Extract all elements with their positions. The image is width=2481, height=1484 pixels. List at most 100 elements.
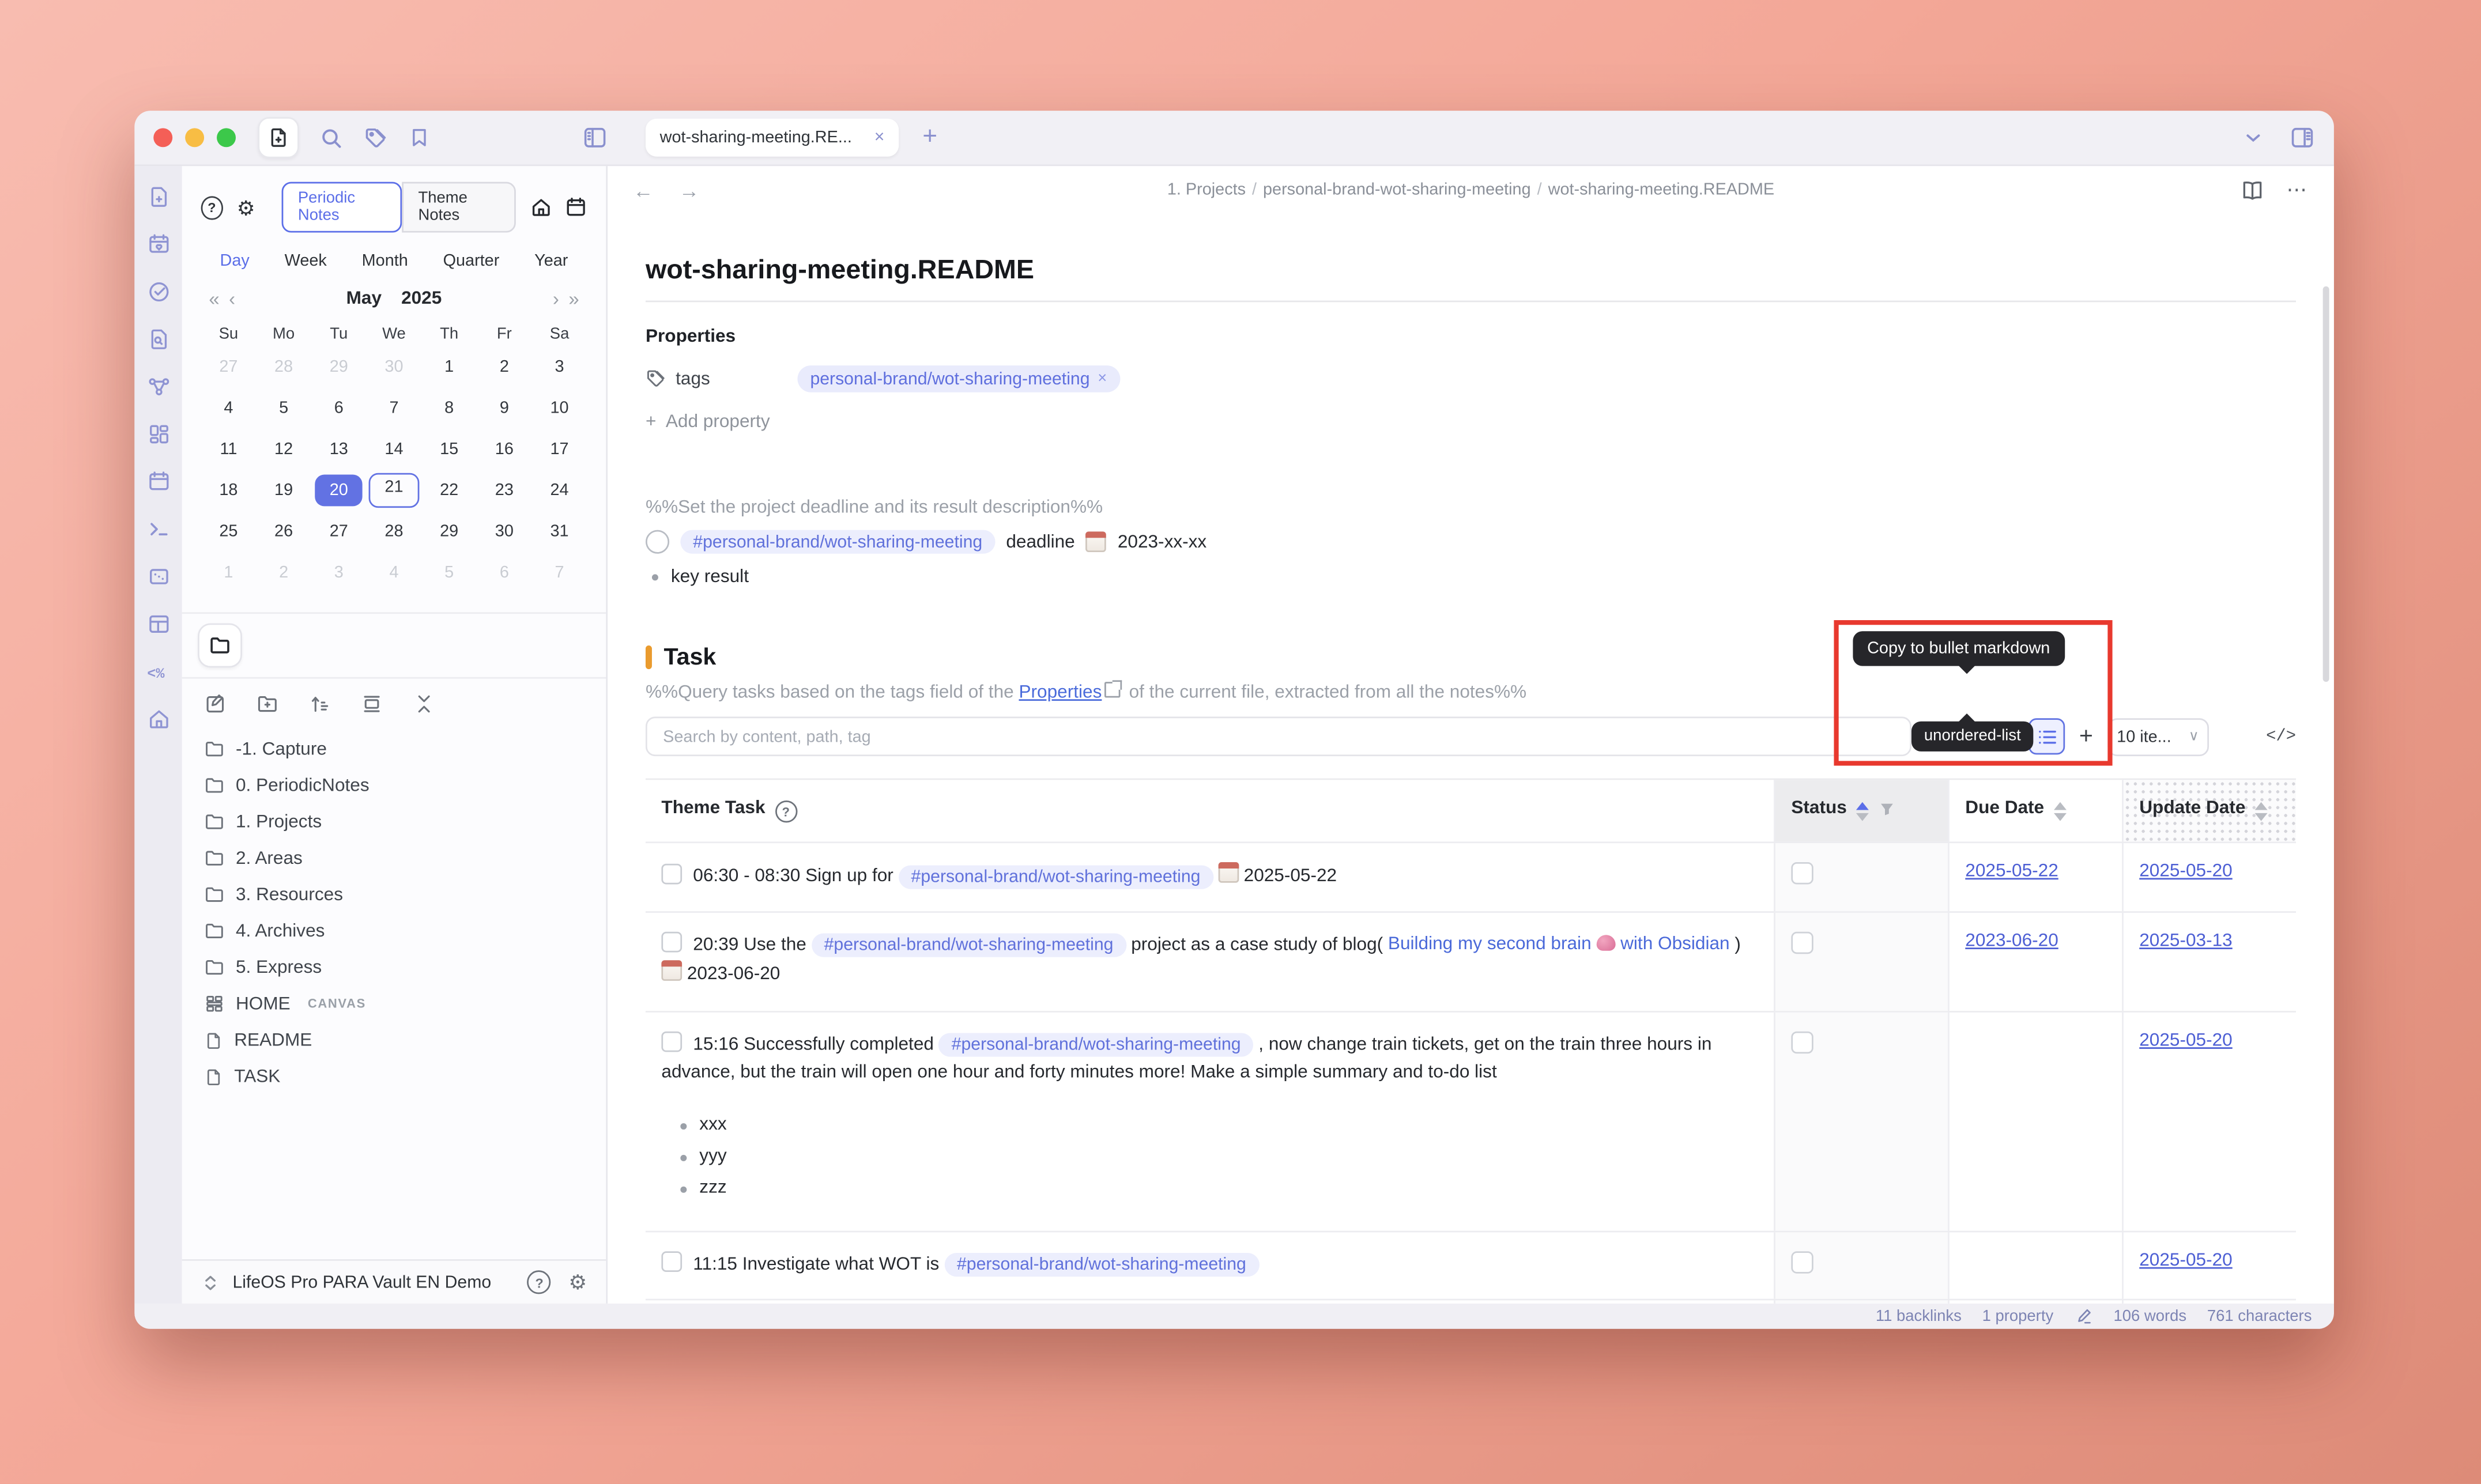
view-tab-month[interactable]: Month [362, 251, 408, 270]
sort-icons[interactable] [1856, 802, 1869, 821]
check-circle-icon[interactable] [146, 280, 170, 304]
tags-button[interactable] [364, 126, 387, 149]
help-circle-icon[interactable]: ? [775, 800, 797, 822]
column-header-status[interactable]: Status [1774, 780, 1948, 841]
calendar-day[interactable]: 8 [421, 388, 477, 429]
due-date-link[interactable]: 2025-05-22 [1965, 862, 2058, 881]
tag-value-pill[interactable]: personal-brand/wot-sharing-meeting × [797, 365, 1119, 392]
tab-periodic-notes[interactable]: Periodic Notes [282, 182, 402, 233]
tree-item--1-capture[interactable]: -1. Capture [182, 731, 606, 767]
calendar-day[interactable]: 9 [477, 388, 532, 429]
breadcrumb-segment[interactable]: 1. Projects [1167, 180, 1246, 199]
home-icon[interactable] [146, 707, 170, 731]
view-tab-quarter[interactable]: Quarter [443, 251, 500, 270]
calendar-day[interactable]: 16 [477, 429, 532, 470]
dice-icon[interactable] [146, 565, 170, 588]
task-checkbox[interactable] [661, 931, 682, 952]
sort-order-icon[interactable] [308, 693, 330, 715]
update-date-link[interactable]: 2025-05-20 [2139, 1251, 2232, 1270]
note-link[interactable]: Building my second brain with Obsidian [1388, 935, 1730, 954]
calendar-day[interactable]: 6 [477, 552, 532, 593]
calendar-heart-icon[interactable] [146, 233, 170, 256]
calendar-day[interactable]: 28 [367, 511, 422, 552]
due-date-link[interactable]: 2023-06-20 [1965, 931, 2058, 950]
add-property-button[interactable]: + Add property [646, 413, 2296, 432]
calendar-day[interactable]: 24 [532, 470, 587, 511]
new-folder-icon[interactable] [257, 693, 278, 715]
add-task-button[interactable]: + [2076, 723, 2096, 750]
task-checkbox[interactable] [661, 1031, 682, 1052]
calendar-day[interactable]: 23 [477, 470, 532, 511]
filter-icon[interactable] [1879, 800, 1896, 818]
tree-item-readme[interactable]: README [182, 1022, 606, 1058]
view-tab-week[interactable]: Week [285, 251, 327, 270]
close-window-button[interactable] [153, 128, 172, 147]
calendar-day[interactable]: 3 [532, 346, 587, 387]
minimize-window-button[interactable] [185, 128, 204, 147]
tab-list-chevron-icon[interactable] [2242, 127, 2264, 149]
sort-icons[interactable] [2054, 802, 2067, 821]
tree-item-home[interactable]: HOMECANVAS [182, 985, 606, 1022]
forward-icon[interactable]: → [679, 178, 700, 202]
property-key-label[interactable]: tags [676, 369, 710, 388]
properties-link[interactable]: Properties [1019, 684, 1102, 703]
zoom-window-button[interactable] [217, 128, 236, 147]
calendar-day[interactable]: 21 [367, 470, 422, 511]
deadline-tag-pill[interactable]: #personal-brand/wot-sharing-meeting [680, 530, 995, 554]
task-search-input[interactable]: Search by content, path, tag [646, 716, 1911, 756]
calendar-day[interactable]: 2 [477, 346, 532, 387]
status-item[interactable]: 1 property [1982, 1308, 2054, 1325]
tab-close-icon[interactable]: × [874, 128, 885, 147]
tree-item-0-periodicnotes[interactable]: 0. PeriodicNotes [182, 767, 606, 803]
template-icon[interactable]: <% [146, 660, 170, 684]
status-item[interactable]: 761 characters [2207, 1308, 2312, 1325]
circle-checkbox[interactable] [646, 530, 669, 554]
bookmarks-button[interactable] [408, 127, 430, 149]
calendar-day[interactable]: 10 [532, 388, 587, 429]
calendar-day[interactable]: 17 [532, 429, 587, 470]
view-tab-day[interactable]: Day [220, 251, 250, 270]
calendar-day[interactable]: 6 [311, 388, 367, 429]
calendar-day[interactable]: 30 [367, 346, 422, 387]
calendar-day[interactable]: 13 [311, 429, 367, 470]
calendar-day[interactable]: 15 [421, 429, 477, 470]
left-sidebar-toggle-button[interactable] [582, 125, 608, 150]
calendar-day[interactable]: 7 [532, 552, 587, 593]
tab-theme-notes[interactable]: Theme Notes [402, 182, 516, 233]
tree-item-3-resources[interactable]: 3. Resources [182, 877, 606, 913]
calendar-day[interactable]: 31 [532, 511, 587, 552]
calendar-day[interactable]: 29 [421, 511, 477, 552]
vault-settings-icon[interactable]: ⚙ [568, 1272, 587, 1293]
vault-switcher[interactable]: LifeOS Pro PARA Vault EN Demo ? ⚙ [182, 1259, 606, 1304]
back-icon[interactable]: ← [633, 178, 654, 202]
editor-tab[interactable]: wot-sharing-meeting.RE... × [646, 119, 899, 157]
calendar-day[interactable]: 25 [201, 511, 257, 552]
code-view-toggle[interactable]: </> [2266, 727, 2296, 746]
calendar-day[interactable]: 11 [201, 429, 257, 470]
vault-help-icon[interactable]: ? [527, 1270, 551, 1294]
status-checkbox[interactable] [1791, 1031, 1813, 1053]
calendar-day[interactable]: 4 [367, 552, 422, 593]
task-tag-pill[interactable]: #personal-brand/wot-sharing-meeting [939, 1033, 1254, 1056]
breadcrumb-segment[interactable]: wot-sharing-meeting.README [1548, 180, 1774, 199]
new-tab-button[interactable]: + [922, 123, 937, 152]
calendar-day[interactable]: 1 [201, 552, 257, 593]
status-checkbox[interactable] [1791, 862, 1813, 884]
search-button[interactable] [319, 126, 343, 149]
calendar-day[interactable]: 12 [256, 429, 311, 470]
file-plus-icon[interactable] [146, 185, 170, 209]
unordered-list-view-button[interactable] [2028, 718, 2065, 754]
next-month-button[interactable]: › [548, 288, 564, 310]
calendar-day[interactable]: 7 [367, 388, 422, 429]
task-tag-pill[interactable]: #personal-brand/wot-sharing-meeting [944, 1253, 1259, 1277]
collapse-all-icon[interactable] [413, 693, 435, 715]
update-date-link[interactable]: 2025-05-20 [2139, 862, 2232, 881]
calendar-day[interactable]: 5 [256, 388, 311, 429]
calendar-icon[interactable] [146, 470, 170, 493]
terminal-icon[interactable] [146, 518, 170, 541]
calendar-day[interactable]: 28 [256, 346, 311, 387]
dashboard-icon[interactable] [146, 422, 170, 446]
editor-scrollbar[interactable] [2323, 286, 2329, 682]
tree-item-1-projects[interactable]: 1. Projects [182, 803, 606, 840]
calendar-day[interactable]: 29 [311, 346, 367, 387]
